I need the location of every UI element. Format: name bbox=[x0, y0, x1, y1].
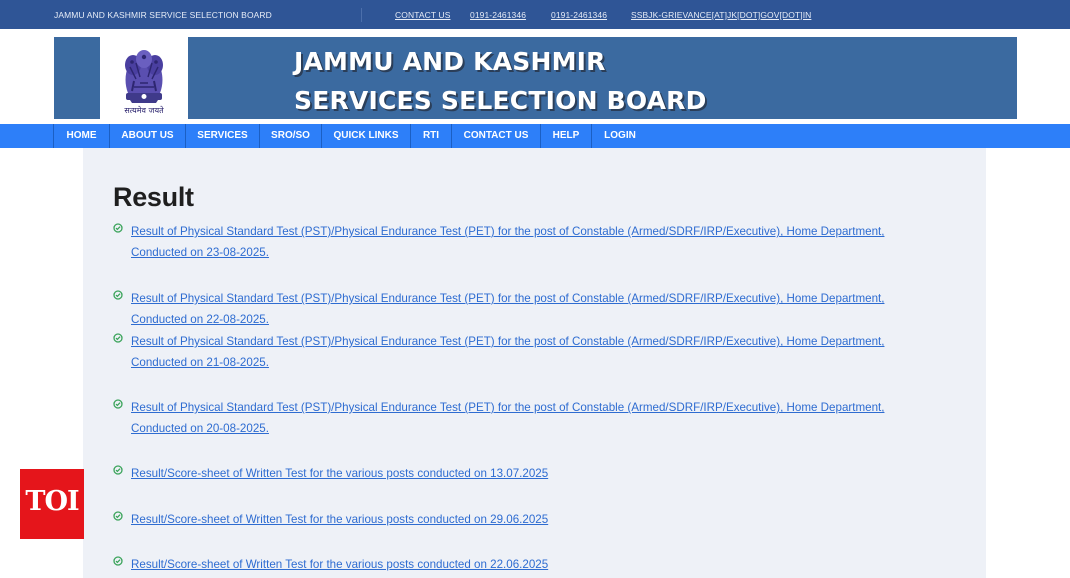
result-link-line-1: Result of Physical Standard Test (PST)/P… bbox=[131, 401, 885, 414]
result-link[interactable]: Result of Physical Standard Test (PST)/P… bbox=[131, 221, 921, 263]
page-title: Result bbox=[113, 182, 194, 212]
result-link[interactable]: Result/Score-sheet of Written Test for t… bbox=[131, 509, 921, 530]
banner-title-line-2: SERVICES SELECTION BOARD bbox=[294, 86, 707, 115]
result-link[interactable]: Result/Score-sheet of Written Test for t… bbox=[131, 554, 921, 575]
check-circle-icon bbox=[113, 290, 123, 300]
nav-item-home[interactable]: HOME bbox=[54, 124, 109, 148]
result-link-line-2: Conducted on 23-08-2025. bbox=[131, 246, 269, 259]
result-link-line-2: Conducted on 20-08-2025. bbox=[131, 422, 269, 435]
banner-title: JAMMU AND KASHMIR SERVICES SELECTION BOA… bbox=[294, 42, 707, 120]
result-link-line-1: Result of Physical Standard Test (PST)/P… bbox=[131, 335, 885, 348]
header-banner: सत्यमेव जयते JAMMU AND KASHMIR SERVICES … bbox=[54, 37, 1017, 119]
nav-item-quick-links[interactable]: QUICK LINKS bbox=[322, 124, 410, 148]
result-link-line-2: Conducted on 22-08-2025. bbox=[131, 313, 269, 326]
nav-item-sro-so[interactable]: SRO/SO bbox=[260, 124, 321, 148]
check-circle-icon bbox=[113, 223, 123, 233]
topbar-link-contact-us[interactable]: CONTACT US bbox=[395, 10, 450, 20]
result-link-line-2: Conducted on 21-08-2025. bbox=[131, 356, 269, 369]
main-nav: HOME ABOUT US SERVICES SRO/SO QUICK LINK… bbox=[0, 124, 1070, 148]
banner-title-line-1: JAMMU AND KASHMIR bbox=[294, 47, 606, 76]
result-link-line-1: Result of Physical Standard Test (PST)/P… bbox=[131, 225, 885, 238]
result-link[interactable]: Result/Score-sheet of Written Test for t… bbox=[131, 463, 921, 484]
nav-item-login[interactable]: LOGIN bbox=[592, 124, 648, 148]
top-utility-bar: JAMMU AND KASHMIR SERVICE SELECTION BOAR… bbox=[0, 0, 1070, 29]
topbar-link-grievance-email[interactable]: SSBJK-GRIEVANCE[AT]JK[DOT]GOV[DOT]IN bbox=[631, 10, 811, 20]
toi-watermark-logo: TOI bbox=[20, 469, 84, 539]
org-name: JAMMU AND KASHMIR SERVICE SELECTION BOAR… bbox=[54, 10, 272, 20]
result-link[interactable]: Result of Physical Standard Test (PST)/P… bbox=[131, 288, 921, 330]
topbar-link-phone-1[interactable]: 0191-2461346 bbox=[470, 10, 526, 20]
emblem-logo[interactable]: सत्यमेव जयते bbox=[100, 37, 188, 119]
nav-item-about-us[interactable]: ABOUT US bbox=[110, 124, 185, 148]
nav-item-contact-us[interactable]: CONTACT US bbox=[452, 124, 540, 148]
result-link[interactable]: Result of Physical Standard Test (PST)/P… bbox=[131, 331, 921, 373]
toi-watermark-label: TOI bbox=[25, 486, 79, 517]
check-circle-icon bbox=[113, 333, 123, 343]
topbar-divider bbox=[361, 8, 362, 22]
result-link-line-1: Result of Physical Standard Test (PST)/P… bbox=[131, 292, 885, 305]
check-circle-icon bbox=[113, 465, 123, 475]
result-link[interactable]: Result of Physical Standard Test (PST)/P… bbox=[131, 397, 921, 439]
nav-item-help[interactable]: HELP bbox=[541, 124, 591, 148]
emblem-caption: सत्यमेव जयते bbox=[124, 106, 164, 115]
topbar-link-phone-2[interactable]: 0191-2461346 bbox=[551, 10, 607, 20]
nav-item-services[interactable]: SERVICES bbox=[186, 124, 259, 148]
check-circle-icon bbox=[113, 399, 123, 409]
check-circle-icon bbox=[113, 556, 123, 566]
check-circle-icon bbox=[113, 511, 123, 521]
nav-item-rti[interactable]: RTI bbox=[411, 124, 451, 148]
